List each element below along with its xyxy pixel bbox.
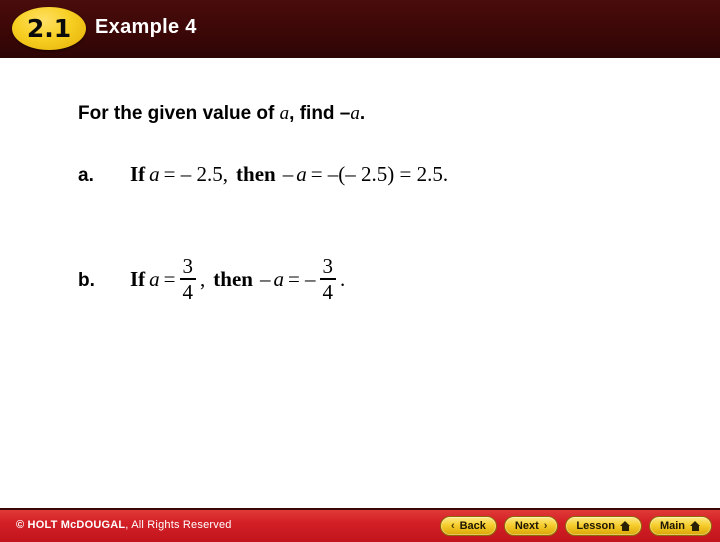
keyword-if-b: If xyxy=(130,267,146,292)
prompt-before: For the given value of xyxy=(78,103,280,124)
main-button[interactable]: Main xyxy=(648,516,712,536)
next-button[interactable]: Next › xyxy=(503,516,559,536)
prompt-variable-neg-a: a xyxy=(350,103,360,124)
keyword-if-a: If xyxy=(130,162,146,186)
item-label-b: b. xyxy=(78,270,95,292)
equals-b-1: = xyxy=(163,267,176,292)
fraction-denominator-1: 4 xyxy=(182,279,194,304)
prompt-text: For the given value of a, find –a. xyxy=(78,103,365,125)
comma-b: , xyxy=(200,267,206,292)
period-b: . xyxy=(340,267,346,292)
lesson-number-text: 2.1 xyxy=(26,14,72,43)
slide: 2.1 Example 4 For the given value of a, … xyxy=(0,0,720,542)
page-title: Example 4 xyxy=(95,16,197,38)
variable-a-2: a xyxy=(296,162,307,186)
equation-a-1: = – 2.5, xyxy=(163,162,229,186)
keyword-then-a: then xyxy=(236,162,276,186)
item-expression-b: If a = 3 4 , then – a = – 3 4 . xyxy=(130,254,346,304)
equation-a-2: = –(– 2.5) = 2.5. xyxy=(310,162,449,186)
negative-sign-b: – xyxy=(259,267,271,292)
list-item: b. If a = 3 4 , then – a = – 3 4 . xyxy=(78,254,346,304)
prompt-variable-a: a xyxy=(279,103,290,124)
lesson-button[interactable]: Lesson xyxy=(565,516,642,536)
slide-footer: © HOLT McDOUGAL, All Rights Reserved ‹ B… xyxy=(0,508,720,542)
copyright-brand: © HOLT McDOUGAL xyxy=(16,519,126,531)
lesson-button-label: Lesson xyxy=(576,520,615,532)
item-label-a: a. xyxy=(78,165,94,186)
footer-navigation: ‹ Back Next › Lesson Main xyxy=(439,516,712,536)
main-button-label: Main xyxy=(659,520,685,532)
item-expression-a: If a = – 2.5, then – a = –(– 2.5) = 2.5. xyxy=(130,162,448,187)
equals-b-2: = – xyxy=(287,267,316,292)
copyright-rights: , All Rights Reserved xyxy=(125,519,232,531)
list-item: a. If a = – 2.5, then – a = –(– 2.5) = 2.5. xyxy=(78,162,448,187)
negative-sign-a: – xyxy=(282,162,294,186)
copyright-text: © HOLT McDOUGAL, All Rights Reserved xyxy=(16,519,232,531)
variable-a-1: a xyxy=(149,162,160,186)
back-button[interactable]: ‹ Back xyxy=(439,516,497,536)
fraction-three-fourths-2: 3 4 xyxy=(319,254,337,304)
fraction-numerator-2: 3 xyxy=(322,254,334,278)
fraction-numerator-1: 3 xyxy=(182,254,194,278)
home-icon xyxy=(690,521,701,531)
variable-b-2: a xyxy=(273,267,284,292)
fraction-denominator-2: 4 xyxy=(322,279,334,304)
slide-header: 2.1 Example 4 xyxy=(0,0,720,58)
chevron-right-icon: › xyxy=(543,519,548,532)
home-icon xyxy=(619,521,631,531)
lesson-number-badge: 2.1 xyxy=(12,7,86,50)
back-button-label: Back xyxy=(459,520,486,532)
slide-content: For the given value of a, find –a. a. If… xyxy=(0,58,720,508)
variable-b-1: a xyxy=(149,267,160,292)
prompt-after: . xyxy=(359,103,366,124)
fraction-three-fourths-1: 3 4 xyxy=(179,254,197,304)
chevron-left-icon: ‹ xyxy=(450,519,455,532)
prompt-middle: , find – xyxy=(289,103,351,124)
next-button-label: Next xyxy=(514,520,539,532)
keyword-then-b: then xyxy=(213,267,253,292)
